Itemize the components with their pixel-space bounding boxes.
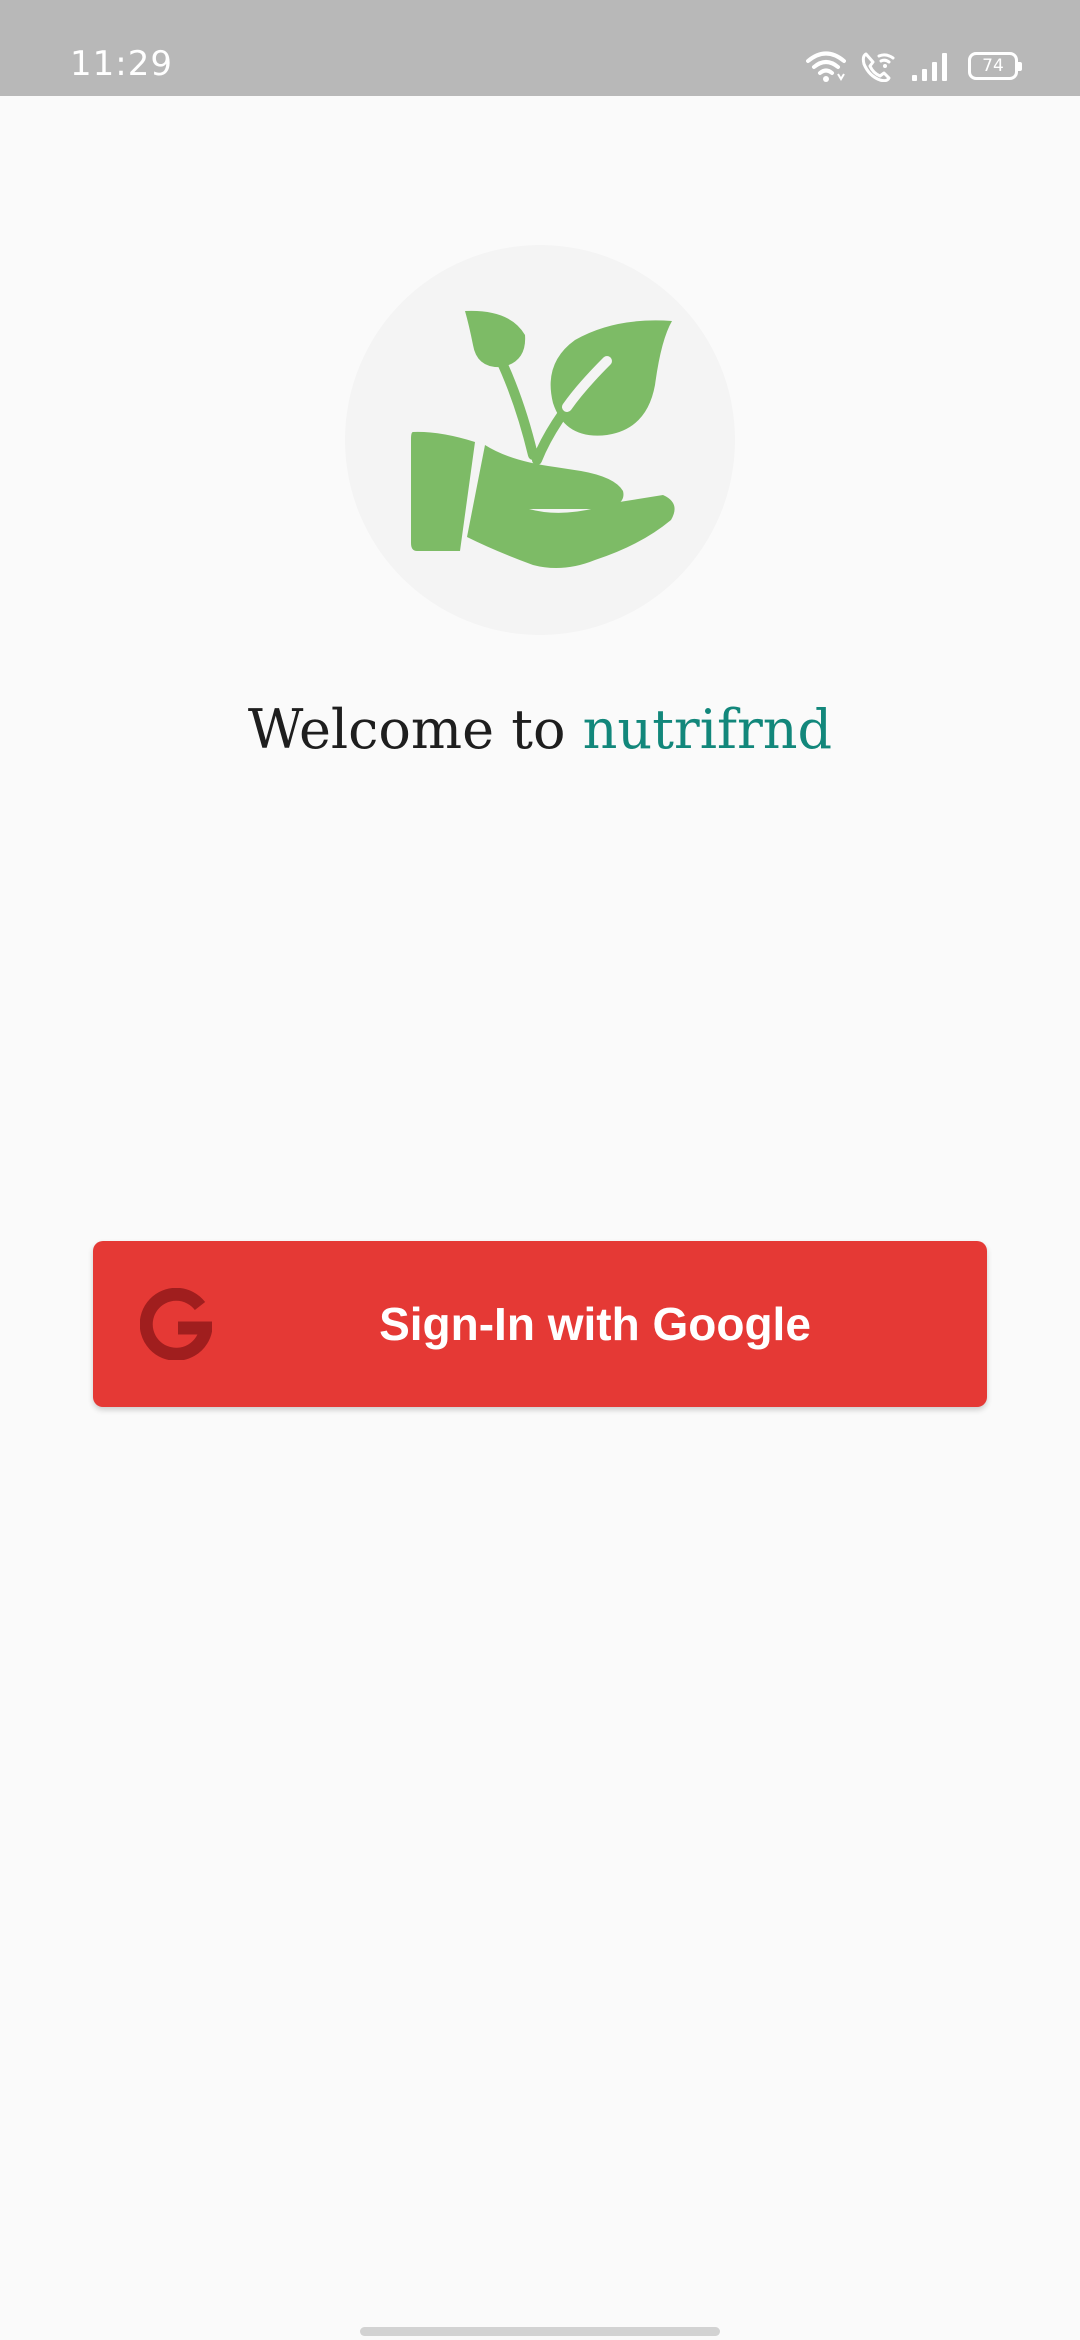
google-icon — [139, 1287, 214, 1361]
welcome-prefix: Welcome to — [247, 698, 566, 761]
battery-icon: 74 — [968, 52, 1022, 80]
status-icons: 74 — [806, 46, 1022, 86]
status-time: 11:29 — [70, 44, 173, 84]
plant-in-hand-icon — [411, 310, 675, 569]
battery-level: 74 — [982, 55, 1004, 76]
google-sign-in-label: Sign-In with Google — [379, 1298, 811, 1350]
welcome-heading: Welcome to nutrifrnd — [0, 690, 1080, 770]
status-bar: 11:29 74 — [0, 0, 1080, 96]
google-sign-in-button[interactable]: Sign-In with Google — [93, 1241, 987, 1407]
wifi-icon — [806, 50, 846, 82]
home-indicator[interactable] — [360, 2327, 720, 2336]
brand-name: nutrifrnd — [582, 698, 833, 761]
wifi-calling-icon — [860, 50, 896, 82]
cell-signal-icon — [910, 51, 950, 81]
app-logo — [345, 245, 735, 635]
